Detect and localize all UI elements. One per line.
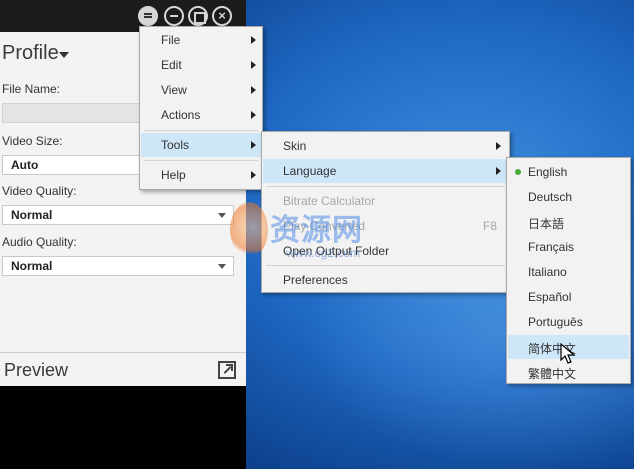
chevron-right-icon bbox=[251, 61, 256, 69]
chevron-right-icon bbox=[251, 141, 256, 149]
menu-item-label: Help bbox=[161, 168, 186, 182]
menu-item-label: File bbox=[161, 33, 181, 47]
menu-item-label: Italiano bbox=[528, 265, 567, 279]
menu-item-label: View bbox=[161, 83, 187, 97]
chevron-right-icon bbox=[251, 111, 256, 119]
audio-quality-label: Audio Quality: bbox=[2, 235, 77, 249]
menu-item-label: 繁體中文 bbox=[528, 367, 577, 381]
chevron-right-icon bbox=[496, 167, 501, 175]
menu-separator bbox=[266, 186, 505, 187]
menu-item-label: 日本語 bbox=[528, 217, 565, 231]
menu-item-edit[interactable]: Edit bbox=[141, 53, 261, 77]
chevron-right-icon bbox=[251, 171, 256, 179]
divider bbox=[0, 352, 246, 353]
menu-item-label: Language bbox=[283, 164, 337, 178]
profile-title[interactable]: Profile bbox=[2, 42, 59, 65]
menu-separator bbox=[144, 130, 258, 131]
menu-item-label: Actions bbox=[161, 108, 201, 122]
chevron-right-icon bbox=[251, 86, 256, 94]
expand-icon[interactable] bbox=[218, 361, 236, 379]
preview-title: Preview bbox=[4, 360, 69, 380]
close-button[interactable]: × bbox=[212, 6, 232, 26]
menu-item-label: Deutsch bbox=[528, 190, 573, 204]
menu-item-label: Preferences bbox=[283, 273, 348, 287]
language-item-italiano[interactable]: Italiano bbox=[508, 260, 629, 284]
audio-quality-value: Normal bbox=[11, 259, 53, 273]
menu-item-language[interactable]: Language bbox=[263, 159, 508, 183]
menu-item-label: Tools bbox=[161, 138, 190, 152]
chevron-down-icon bbox=[218, 264, 226, 269]
video-quality-value: Normal bbox=[11, 208, 53, 222]
watermark-logo bbox=[230, 202, 268, 258]
chevron-right-icon bbox=[496, 142, 501, 150]
menu-item-file[interactable]: File bbox=[141, 28, 261, 52]
chevron-down-icon bbox=[218, 213, 226, 218]
language-item-espanol[interactable]: Español bbox=[508, 285, 629, 309]
language-item-japanese[interactable]: 日本語 bbox=[508, 210, 629, 234]
menu-item-skin[interactable]: Skin bbox=[263, 134, 508, 158]
menu-item-label: Skin bbox=[283, 139, 307, 153]
language-item-francais[interactable]: Français bbox=[508, 235, 629, 259]
file-name-label: File Name: bbox=[2, 82, 61, 96]
language-item-deutsch[interactable]: Deutsch bbox=[508, 185, 629, 209]
menu-item-label: English bbox=[528, 165, 568, 179]
language-item-portugues[interactable]: Português bbox=[508, 310, 629, 334]
menu-item-view[interactable]: View bbox=[141, 78, 261, 102]
menu-item-label: Português bbox=[528, 315, 583, 329]
watermark-url: www.cg2.com bbox=[286, 246, 361, 260]
minimize-button[interactable] bbox=[164, 6, 184, 26]
selected-bullet-icon bbox=[515, 169, 521, 175]
menu-icon bbox=[144, 13, 152, 15]
profile-dropdown-icon[interactable] bbox=[59, 52, 69, 58]
maximize-button[interactable] bbox=[188, 6, 208, 26]
close-icon: × bbox=[218, 8, 226, 23]
menu-item-label: Español bbox=[528, 290, 572, 304]
menu-item-label: Français bbox=[528, 240, 575, 254]
video-quality-select[interactable]: Normal bbox=[2, 205, 234, 225]
language-item-english[interactable]: English bbox=[508, 160, 629, 184]
menu-separator bbox=[144, 160, 258, 161]
menu-item-label: Edit bbox=[161, 58, 182, 72]
menu-item-tools[interactable]: Tools bbox=[141, 133, 261, 157]
chevron-right-icon bbox=[251, 36, 256, 44]
mouse-cursor-icon bbox=[560, 343, 576, 364]
menu-item-preferences[interactable]: Preferences bbox=[263, 268, 508, 292]
preview-area bbox=[0, 386, 246, 469]
menu-item-actions[interactable]: Actions bbox=[141, 103, 261, 127]
video-size-value: Auto bbox=[11, 158, 39, 172]
audio-quality-select[interactable]: Normal bbox=[2, 256, 234, 276]
menu-button[interactable] bbox=[138, 6, 158, 26]
main-menu: File Edit View Actions Tools Help bbox=[139, 26, 263, 190]
shortcut-label: F8 bbox=[483, 219, 498, 233]
watermark-text: 资源网 bbox=[270, 213, 363, 248]
video-size-label: Video Size: bbox=[2, 134, 63, 148]
menu-separator bbox=[266, 265, 505, 266]
video-quality-label: Video Quality: bbox=[2, 184, 77, 198]
menu-item-help[interactable]: Help bbox=[141, 163, 261, 187]
